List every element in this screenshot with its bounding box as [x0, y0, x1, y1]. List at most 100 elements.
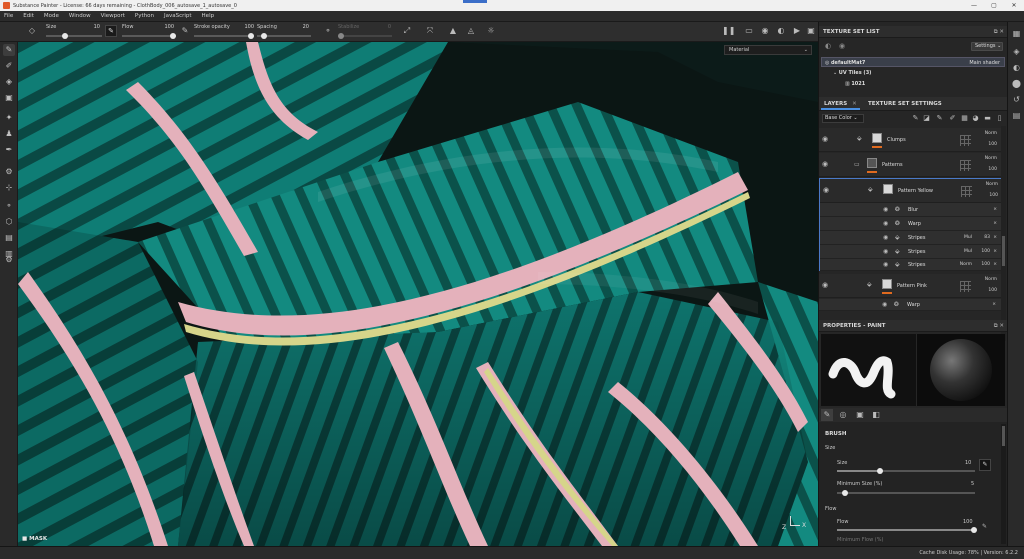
- panel-window-icons[interactable]: ⧉ ✕: [994, 320, 1004, 332]
- viewport-channel-select[interactable]: Material ⌄: [724, 45, 812, 55]
- menu-viewport[interactable]: Viewport: [101, 13, 125, 19]
- remove-effect-icon[interactable]: ×: [993, 235, 997, 240]
- layer-name[interactable]: Pattern Pink: [897, 283, 927, 289]
- screenshot-icon[interactable]: ▣: [806, 26, 816, 36]
- add-mask-icon[interactable]: ◪: [922, 114, 931, 123]
- effect-blend[interactable]: Norm: [960, 262, 972, 267]
- polygon-fill-icon[interactable]: ⚬: [3, 200, 15, 212]
- pause-icon[interactable]: ❚❚: [722, 26, 735, 36]
- view-options-icon[interactable]: ◐: [825, 42, 831, 50]
- shader-name[interactable]: Main shader: [969, 58, 1000, 68]
- layer-opacity[interactable]: 100: [988, 167, 997, 172]
- tab-layers[interactable]: LAYERS ✕: [821, 98, 860, 110]
- eye-icon[interactable]: ◉: [883, 220, 888, 227]
- settings-icon[interactable]: ⚙: [3, 254, 15, 266]
- lazy-mouse-icon[interactable]: ⚬: [323, 26, 333, 36]
- add-smart-mask-icon[interactable]: ✎: [935, 114, 944, 123]
- flow-pen-icon[interactable]: ✎: [180, 26, 190, 36]
- blend-mode[interactable]: Norm: [985, 277, 997, 282]
- effect-opacity[interactable]: 100: [981, 249, 990, 254]
- smudge-icon[interactable]: ✦: [3, 112, 15, 124]
- layer-opacity[interactable]: 100: [988, 288, 997, 293]
- eye-icon[interactable]: ◉: [883, 261, 888, 268]
- add-effect-icon[interactable]: ✎: [911, 114, 920, 123]
- remove-effect-icon[interactable]: ×: [993, 221, 997, 226]
- blend-mode[interactable]: Norm: [985, 156, 997, 161]
- tab-texture-set-settings[interactable]: TEXTURE SET SETTINGS: [865, 98, 945, 110]
- effect-opacity[interactable]: 100: [981, 262, 990, 267]
- minimize-button[interactable]: —: [964, 2, 984, 9]
- add-fill-layer-icon[interactable]: ▦: [960, 114, 969, 123]
- log-icon[interactable]: ▤: [1011, 110, 1022, 121]
- lighting-icon[interactable]: ☼: [486, 26, 496, 36]
- menu-mode[interactable]: Mode: [44, 13, 59, 19]
- material-picker-icon[interactable]: ⬡: [3, 216, 15, 228]
- min-size-value[interactable]: 5: [971, 481, 974, 487]
- remove-effect-icon[interactable]: ×: [993, 262, 997, 267]
- eye-icon[interactable]: ◉: [822, 160, 828, 168]
- effect-row-warp[interactable]: ◉ ❂ Warp ×: [820, 217, 1002, 231]
- paint-brush-icon[interactable]: ✎: [3, 44, 15, 56]
- flow-pen-icon[interactable]: ✎: [982, 523, 987, 530]
- layer-row-clumps[interactable]: ◉ ⬙ Clumps Norm 100: [819, 128, 1001, 152]
- size-pen-toggle[interactable]: ✎: [105, 25, 117, 37]
- video-icon[interactable]: ▶: [792, 26, 802, 36]
- remove-effect-icon[interactable]: ×: [993, 249, 997, 254]
- geometry-mask-icon[interactable]: ▣: [3, 92, 15, 104]
- stabilize-value[interactable]: 0: [377, 24, 391, 30]
- layers-icon[interactable]: ◈: [1011, 46, 1022, 57]
- menu-javascript[interactable]: JavaScript: [164, 13, 192, 19]
- maximize-button[interactable]: ▢: [984, 2, 1004, 9]
- spacing-value[interactable]: 20: [293, 24, 309, 30]
- python-plugin-icon[interactable]: ▤: [3, 232, 15, 244]
- flow-value[interactable]: 100: [158, 24, 174, 30]
- collapse-icon[interactable]: ⌄: [833, 70, 837, 76]
- effect-row-stripes-3[interactable]: ◉ ⬙ Stripes Norm 100 ×: [820, 259, 1002, 271]
- effect-row-stripes-1[interactable]: ◉ ⬙ Stripes Mul 83 ×: [820, 231, 1002, 245]
- effect-opacity[interactable]: 83: [984, 235, 990, 240]
- layer-row-patterns[interactable]: ◉ ▭ Patterns Norm 100: [819, 153, 1001, 177]
- layer-name[interactable]: Clumps: [887, 137, 906, 143]
- menu-window[interactable]: Window: [69, 13, 91, 19]
- size-slider[interactable]: [837, 468, 975, 474]
- flow-value[interactable]: 100: [963, 519, 973, 525]
- brush-tab-icon[interactable]: ✎: [821, 409, 833, 421]
- channel-select[interactable]: Base Color ⌄: [822, 114, 864, 123]
- size-pen-toggle[interactable]: ✎: [979, 459, 991, 471]
- add-anchor-icon[interactable]: ◕: [971, 114, 980, 123]
- history-icon[interactable]: ↺: [1011, 94, 1022, 105]
- eye-icon[interactable]: ◉: [883, 234, 888, 241]
- layers-scrollbar[interactable]: [1001, 126, 1006, 341]
- camera-mode-icon[interactable]: ◉: [760, 26, 770, 36]
- close-tab-icon[interactable]: ✕: [852, 101, 857, 107]
- eye-icon[interactable]: ◉: [822, 135, 828, 143]
- cloth-render[interactable]: [18, 42, 818, 546]
- stroke-opacity-slider[interactable]: [194, 33, 254, 39]
- texture-set-icon[interactable]: ▦: [1011, 28, 1022, 39]
- flow-slider[interactable]: [122, 33, 176, 39]
- properties-scrollbar[interactable]: [1001, 424, 1006, 544]
- stroke-opacity-value[interactable]: 100: [238, 24, 254, 30]
- layer-opacity[interactable]: 100: [989, 193, 998, 198]
- layer-name[interactable]: Patterns: [882, 162, 903, 168]
- effect-row-blur[interactable]: ◉ ❂ Blur ×: [820, 203, 1002, 217]
- layer-opacity[interactable]: 100: [988, 142, 997, 147]
- min-size-slider[interactable]: [837, 490, 975, 496]
- remove-effect-icon[interactable]: ×: [993, 207, 997, 212]
- remove-effect-icon[interactable]: ×: [992, 302, 996, 307]
- add-paint-layer-icon[interactable]: ✐: [948, 114, 957, 123]
- 3d-viewport[interactable]: Material ⌄ ■ MASK Z X: [18, 42, 818, 546]
- display-settings-icon[interactable]: ◐: [1011, 62, 1022, 73]
- size-value[interactable]: 10: [84, 24, 100, 30]
- properties-icon[interactable]: ⬤: [1011, 78, 1022, 89]
- eye-icon[interactable]: ◉: [823, 186, 829, 194]
- effect-blend[interactable]: Mul: [964, 249, 972, 254]
- size-value[interactable]: 10: [965, 460, 971, 466]
- flow-slider[interactable]: [837, 527, 977, 533]
- stencil-tab-icon[interactable]: ▣: [854, 409, 866, 421]
- blend-mode[interactable]: Norm: [985, 131, 997, 136]
- alpha-tab-icon[interactable]: ◎: [837, 409, 849, 421]
- projection-icon[interactable]: ◬: [466, 26, 476, 36]
- menu-file[interactable]: File: [4, 13, 13, 19]
- alignment-icon[interactable]: ▲: [448, 26, 458, 36]
